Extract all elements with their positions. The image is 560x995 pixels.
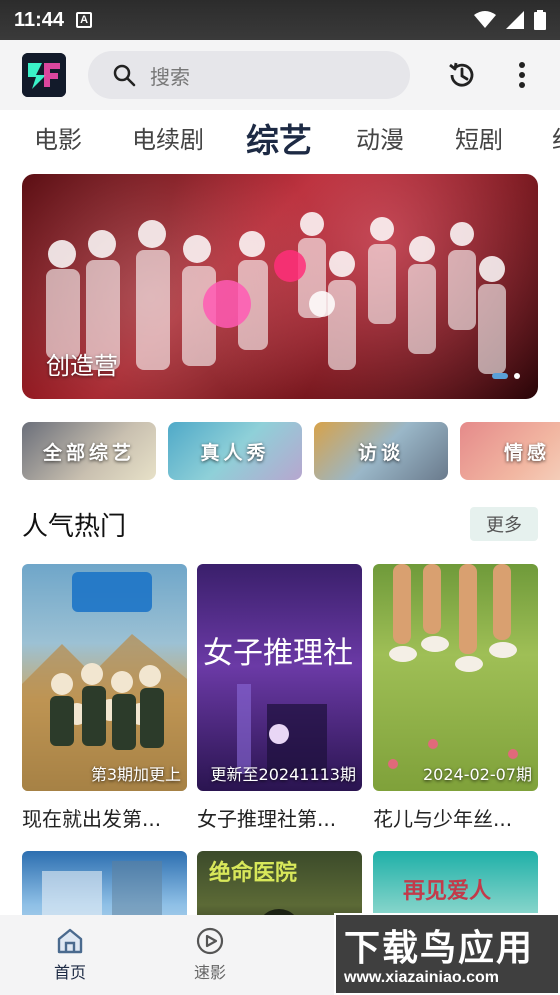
category-tabs: 电影 电续剧 综艺 动漫 短剧 纪 [0, 110, 560, 166]
category-reality-show[interactable]: 真人秀 [168, 422, 302, 480]
search-placeholder: 搜索 [150, 64, 190, 89]
status-bar: 11:44 A [0, 0, 560, 40]
pager-dot [514, 373, 520, 379]
more-menu-button[interactable] [504, 57, 540, 93]
status-time: 11:44 [14, 8, 65, 31]
tab-anime[interactable]: 动漫 [356, 120, 404, 155]
more-vertical-icon [519, 62, 525, 88]
card-title: 现在就出发第... [22, 807, 162, 831]
nav-quick-video[interactable]: 速影 [180, 927, 240, 983]
media-card[interactable]: 第3期加更上 现在就出发第... [22, 564, 187, 832]
category-all-variety[interactable]: 全部综艺 [22, 422, 156, 480]
tab-short-drama[interactable]: 短剧 [455, 120, 503, 155]
battery-icon [534, 10, 546, 30]
signal-icon [506, 11, 524, 29]
search-input[interactable]: 搜索 [88, 51, 410, 99]
history-icon [449, 62, 474, 87]
poster-text: 再见爱人 [403, 878, 492, 904]
category-label: 全部综艺 [42, 441, 135, 464]
search-icon [113, 64, 136, 87]
category-label: 真人秀 [200, 441, 270, 464]
nav-quick-video-label: 速影 [193, 963, 226, 982]
hero-banner[interactable]: 创造营 [22, 174, 538, 399]
card-title: 女子推理社第... [197, 807, 337, 831]
category-label: 情感 [503, 441, 550, 464]
category-romance[interactable]: 情感 [460, 422, 560, 480]
card-poster: 第3期加更上 [22, 564, 187, 791]
watermark-url: www.xiazainiao.com [344, 969, 500, 986]
home-icon [57, 928, 83, 954]
top-header: 搜索 [0, 40, 560, 110]
tab-movie[interactable]: 电影 [34, 120, 82, 155]
card-poster: 2024-02-07期 [373, 564, 538, 791]
tab-tv-series[interactable]: 电续剧 [132, 120, 204, 155]
banner-title: 创造营 [46, 352, 118, 380]
section-title: 人气热门 [22, 512, 127, 542]
watermark: 下载鸟应用 www.xiazainiao.com [334, 913, 560, 995]
card-badge: 第3期加更上 [90, 765, 181, 784]
wifi-icon [474, 11, 496, 28]
card-title: 花儿与少年丝... [373, 807, 513, 831]
category-talk-show[interactable]: 访谈 [314, 422, 448, 480]
status-icons [474, 10, 546, 30]
card-poster: 女子推理社 更新至20241113期 [197, 564, 362, 791]
nav-home-label: 首页 [53, 963, 86, 982]
app-logo-icon[interactable] [22, 53, 66, 97]
category-label: 访谈 [357, 441, 404, 464]
notification-icon: A [76, 12, 93, 28]
pager-dot-active [492, 373, 508, 379]
history-button[interactable] [444, 57, 480, 93]
tab-documentary[interactable]: 纪 [552, 120, 560, 155]
media-card[interactable]: 2024-02-07期 花儿与少年丝... [373, 564, 538, 832]
media-card[interactable]: 女子推理社 更新至20241113期 女子推理社第... [197, 564, 362, 832]
more-button[interactable]: 更多 [470, 507, 538, 541]
card-badge: 2024-02-07期 [423, 765, 532, 784]
card-badge: 更新至20241113期 [210, 765, 356, 784]
nav-home[interactable]: 首页 [40, 927, 100, 983]
play-circle-icon [196, 927, 224, 955]
banner-pager [492, 373, 520, 379]
tab-variety[interactable]: 综艺 [246, 114, 312, 162]
watermark-title: 下载鸟应用 [344, 927, 535, 969]
